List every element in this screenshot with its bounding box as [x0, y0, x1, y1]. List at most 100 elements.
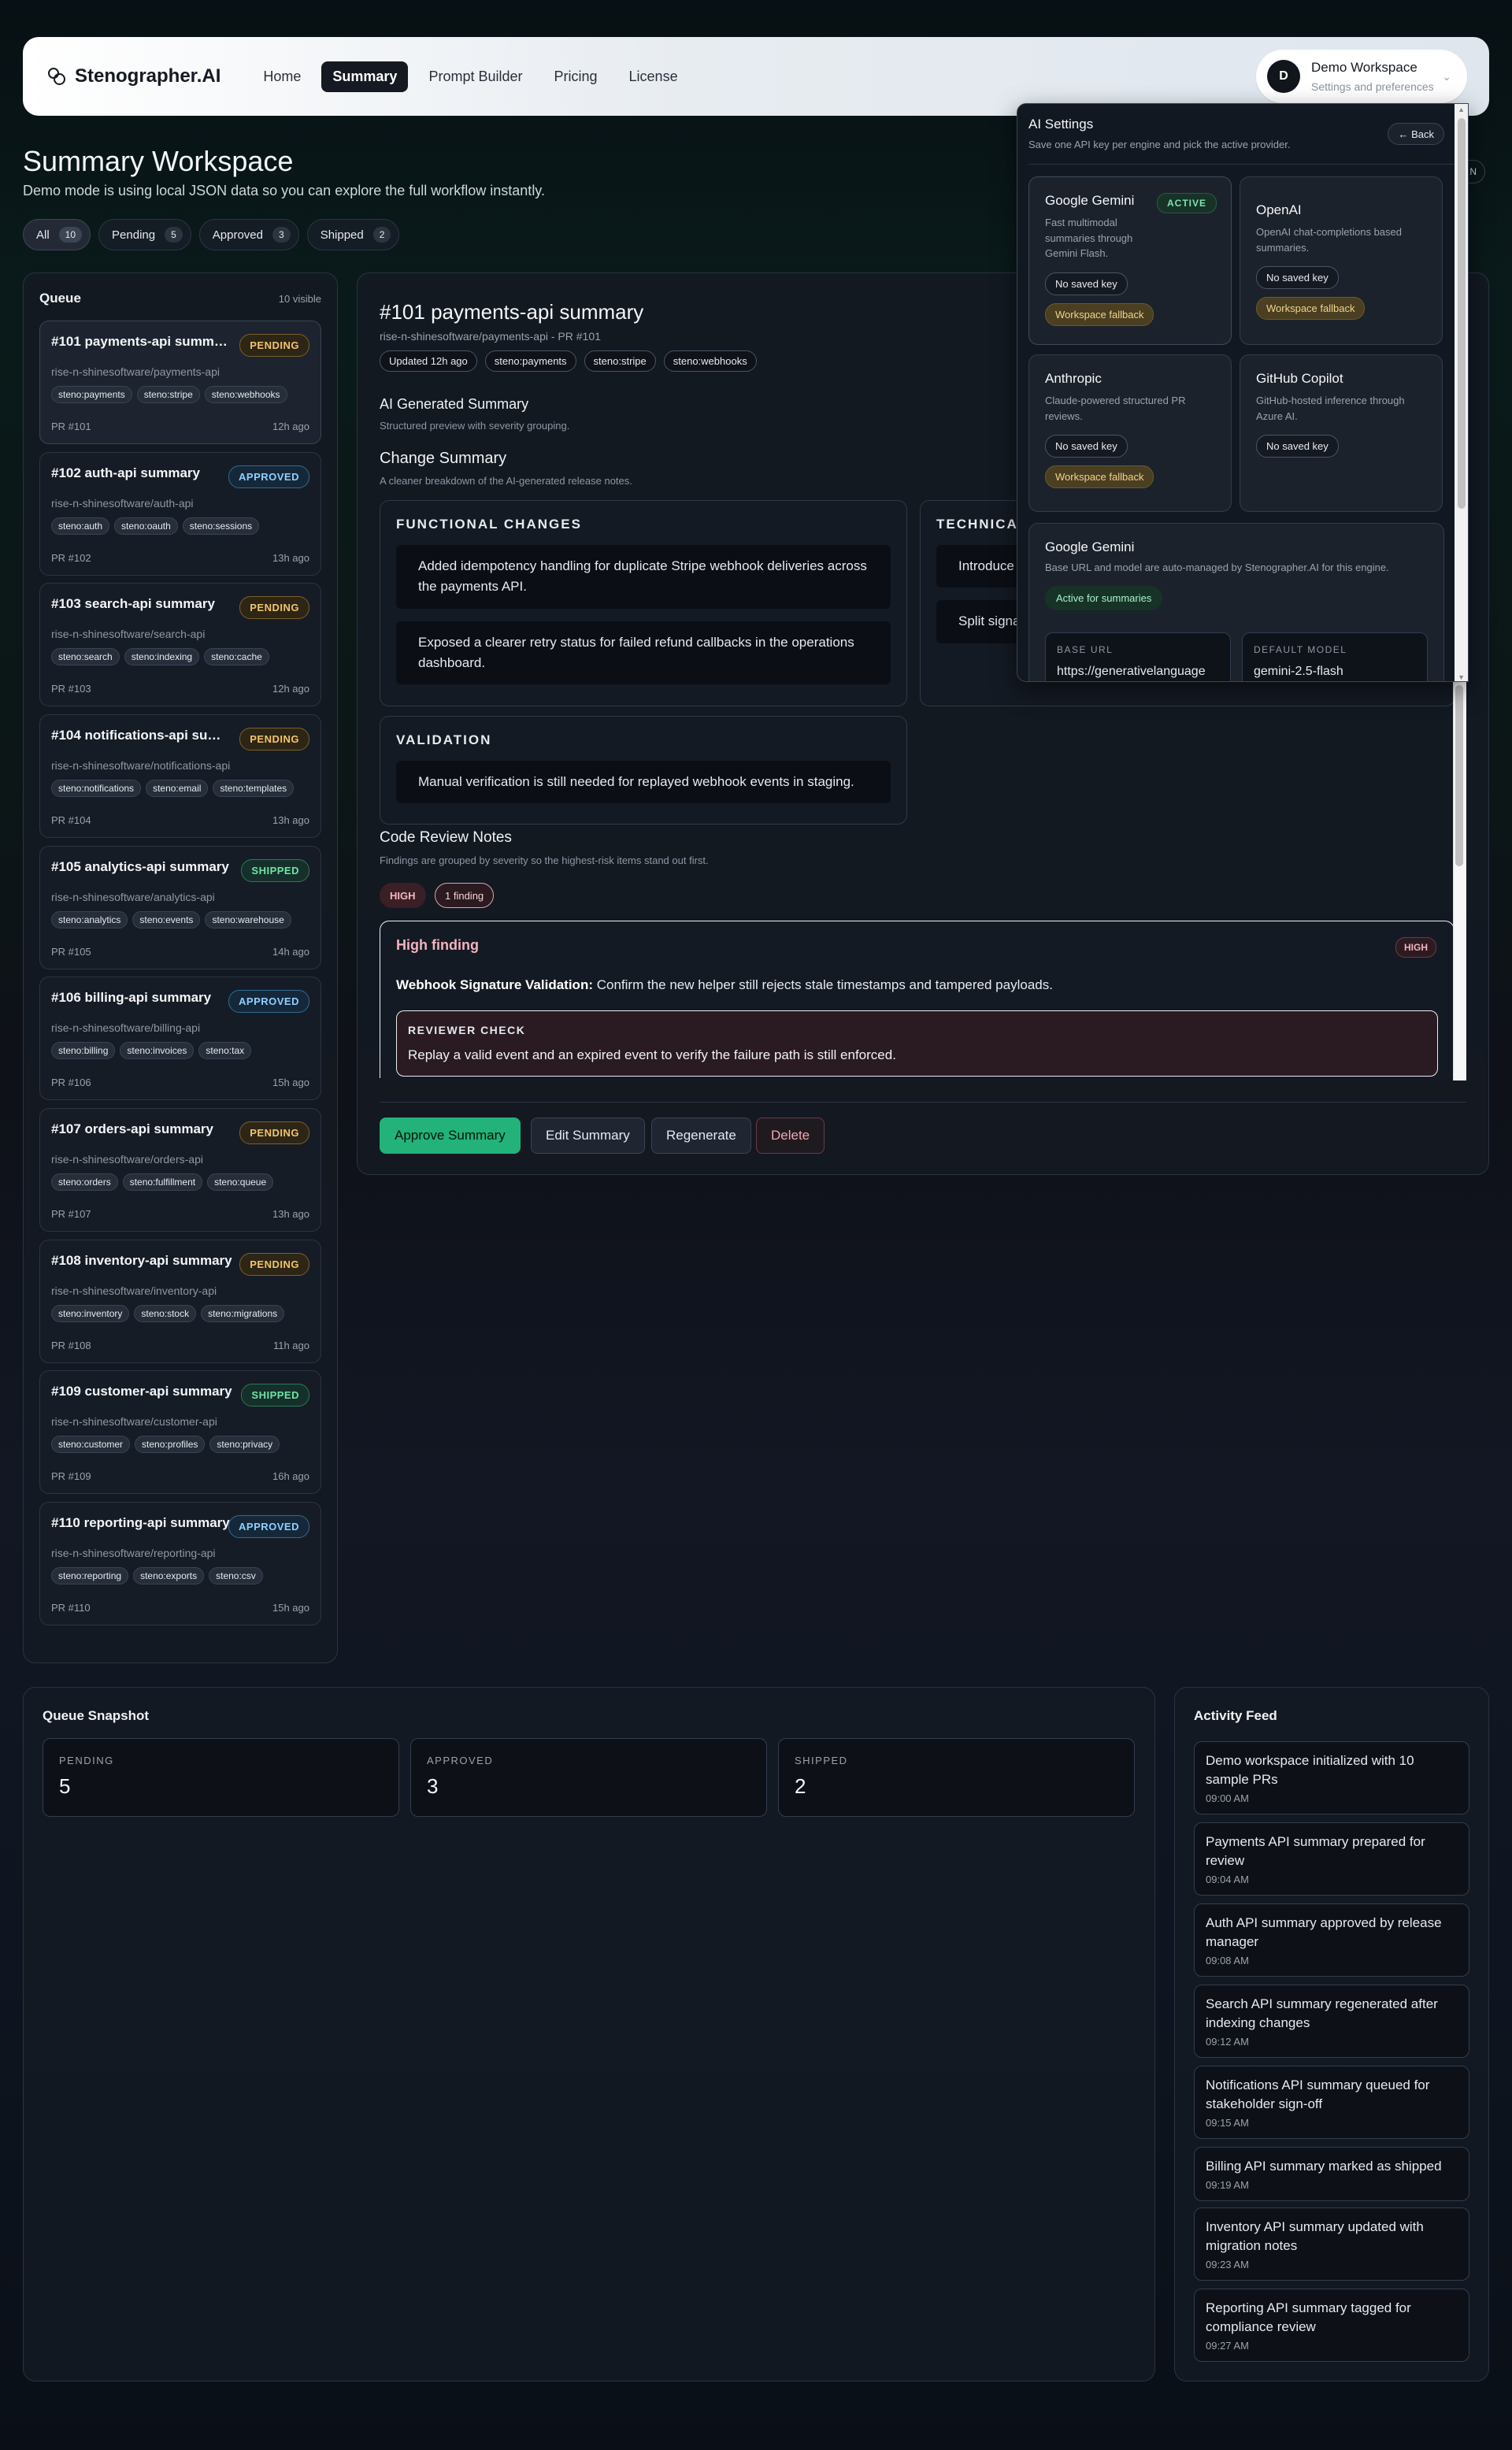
back-button[interactable]: ← Back — [1388, 123, 1444, 145]
queue-item[interactable]: #103 search-api summary PENDING rise-n-s… — [39, 583, 321, 706]
workspace-menu[interactable]: D Demo Workspace Settings and preference… — [1256, 50, 1467, 103]
settings-scrollbar-thumb[interactable] — [1458, 118, 1466, 509]
divider — [1028, 164, 1458, 165]
tag: steno:privacy — [209, 1436, 280, 1453]
queue-item[interactable]: #104 notifications-api summary PENDING r… — [39, 714, 321, 838]
queue-item[interactable]: #102 auth-api summary APPROVED rise-n-sh… — [39, 452, 321, 576]
stat-label: APPROVED — [427, 1755, 494, 1766]
nav-prompt-builder[interactable]: Prompt Builder — [417, 61, 533, 92]
scroll-down-icon[interactable]: ▼ — [1458, 673, 1465, 681]
queue-item-pr: PR #105 — [51, 946, 91, 958]
regenerate-button[interactable]: Regenerate — [651, 1118, 751, 1154]
ai-summary-heading: AI Generated Summary — [380, 396, 529, 412]
status-badge: PENDING — [239, 596, 309, 619]
brand-name: Stenographer.AI — [75, 65, 221, 87]
base-url-label: BASE URL — [1057, 644, 1114, 655]
finding-text: Confirm the new helper still rejects sta… — [596, 977, 1053, 992]
delete-button[interactable]: Delete — [756, 1118, 825, 1154]
tag: steno:billing — [51, 1042, 116, 1059]
key-status: No saved key — [1045, 435, 1128, 458]
queue-item-repo: rise-n-shinesoftware/notifications-api — [51, 759, 231, 772]
activity-time: 09:08 AM — [1206, 1954, 1249, 1966]
provider-anthropic[interactable]: Anthropic Claude-powered structured PR r… — [1028, 354, 1232, 512]
filter-shipped[interactable]: Shipped 2 — [306, 219, 400, 250]
queue-item-repo: rise-n-shinesoftware/search-api — [51, 628, 206, 640]
queue-item-title: #101 payments-api summary — [51, 334, 232, 349]
reviewer-check-caption: REVIEWER CHECK — [408, 1024, 526, 1036]
queue-item-title: #108 inventory-api summary — [51, 1253, 232, 1268]
divider — [380, 1102, 1466, 1103]
activity-item: Reporting API summary tagged for complia… — [1194, 2289, 1469, 2362]
tag: steno:search — [51, 648, 120, 665]
tag: steno:tax — [198, 1042, 252, 1059]
activity-time: 09:00 AM — [1206, 1792, 1249, 1804]
filter-label: Shipped — [320, 228, 364, 242]
severity-high-filter[interactable]: HIGH — [380, 883, 426, 908]
main-scrollbar-thumb[interactable] — [1455, 685, 1463, 866]
status-badge: SHIPPED — [241, 859, 309, 882]
queue-title: Queue — [39, 291, 81, 306]
queue-item[interactable]: #107 orders-api summary PENDING rise-n-s… — [39, 1108, 321, 1232]
finding-label: Webhook Signature Validation: — [396, 977, 593, 992]
queue-item-title: #103 search-api summary — [51, 596, 215, 611]
activity-text: Notifications API summary queued for sta… — [1206, 2077, 1430, 2111]
nav-summary[interactable]: Summary — [321, 61, 409, 92]
logo-icon — [48, 68, 65, 85]
queue-item[interactable]: #109 customer-api summary SHIPPED rise-n… — [39, 1370, 321, 1494]
finding-count-badge[interactable]: 1 finding — [435, 883, 495, 908]
filter-count: 2 — [372, 227, 391, 243]
queue-item[interactable]: #105 analytics-api summary SHIPPED rise-… — [39, 846, 321, 969]
status-badge: PENDING — [239, 334, 309, 357]
activity-item: Auth API summary approved by release man… — [1194, 1903, 1469, 1977]
finding-severity-badge: HIGH — [1395, 937, 1436, 958]
provider-gemini[interactable]: Google Gemini ACTIVE Fast multimodal sum… — [1028, 176, 1232, 345]
nav-pricing[interactable]: Pricing — [543, 61, 609, 92]
nav-license[interactable]: License — [618, 61, 689, 92]
tag: steno:profiles — [135, 1436, 206, 1453]
status-badge: APPROVED — [228, 465, 309, 488]
activity-item: Inventory API summary updated with migra… — [1194, 2207, 1469, 2281]
scroll-up-icon[interactable]: ▲ — [1458, 106, 1465, 113]
provider-github-copilot[interactable]: GitHub Copilot GitHub-hosted inference t… — [1240, 354, 1443, 512]
tag: steno:stripe — [136, 386, 200, 403]
edit-summary-button[interactable]: Edit Summary — [531, 1118, 645, 1154]
brand[interactable]: Stenographer.AI — [48, 65, 220, 87]
tag: steno:events — [132, 911, 201, 928]
tag: steno:templates — [213, 780, 295, 797]
code-review-subtitle: Findings are grouped by severity so the … — [380, 854, 709, 866]
queue-item-title: #104 notifications-api summary — [51, 728, 232, 743]
provider-openai[interactable]: OpenAI OpenAI chat-completions based sum… — [1240, 176, 1443, 345]
key-status: No saved key — [1256, 435, 1339, 458]
filter-pending[interactable]: Pending 5 — [98, 219, 191, 250]
updated-tag: Updated 12h ago — [380, 350, 477, 372]
ai-settings-subtitle: Save one API key per engine and pick the… — [1028, 139, 1291, 150]
activity-feed-title: Activity Feed — [1194, 1708, 1277, 1723]
provider-name: OpenAI — [1256, 202, 1302, 217]
base-url-field[interactable]: BASE URL https://generativelanguage — [1045, 632, 1231, 681]
nav-home[interactable]: Home — [252, 61, 312, 92]
activity-item: Payments API summary prepared for review… — [1194, 1822, 1469, 1896]
filter-all[interactable]: All 10 — [23, 219, 91, 250]
tag: steno:stripe — [584, 350, 656, 372]
queue-item[interactable]: #108 inventory-api summary PENDING rise-… — [39, 1240, 321, 1363]
approve-summary-button[interactable]: Approve Summary — [380, 1118, 521, 1154]
default-model-field[interactable]: DEFAULT MODEL gemini-2.5-flash — [1242, 632, 1428, 681]
queue-item-tags: steno:auth steno:oauth steno:sessions — [51, 517, 309, 535]
queue-item-tags: steno:orders steno:fulfillment steno:queue — [51, 1173, 309, 1191]
queue-item-pr: PR #101 — [51, 421, 91, 432]
queue-item-repo: rise-n-shinesoftware/payments-api — [51, 365, 220, 378]
default-model-label: DEFAULT MODEL — [1254, 644, 1347, 655]
queue-item[interactable]: #110 reporting-api summary APPROVED rise… — [39, 1502, 321, 1625]
filter-approved[interactable]: Approved 3 — [198, 219, 299, 250]
change-summary-subtitle: A cleaner breakdown of the AI-generated … — [380, 475, 632, 487]
tag: steno:sessions — [182, 517, 260, 535]
queue-item[interactable]: #106 billing-api summary APPROVED rise-n… — [39, 977, 321, 1100]
queue-item[interactable]: #101 payments-api summary PENDING rise-n… — [39, 321, 321, 444]
summary-meta: rise-n-shinesoftware/payments-api - PR #… — [380, 330, 601, 343]
tag: steno:orders — [51, 1173, 118, 1191]
filter-label: Pending — [112, 228, 156, 242]
settings-scrollbar[interactable]: ▲ ▼ — [1455, 104, 1468, 681]
activity-text: Search API summary regenerated after ind… — [1206, 1996, 1438, 2030]
key-status: No saved key — [1256, 266, 1339, 289]
fallback-badge: Workspace fallback — [1045, 465, 1154, 488]
